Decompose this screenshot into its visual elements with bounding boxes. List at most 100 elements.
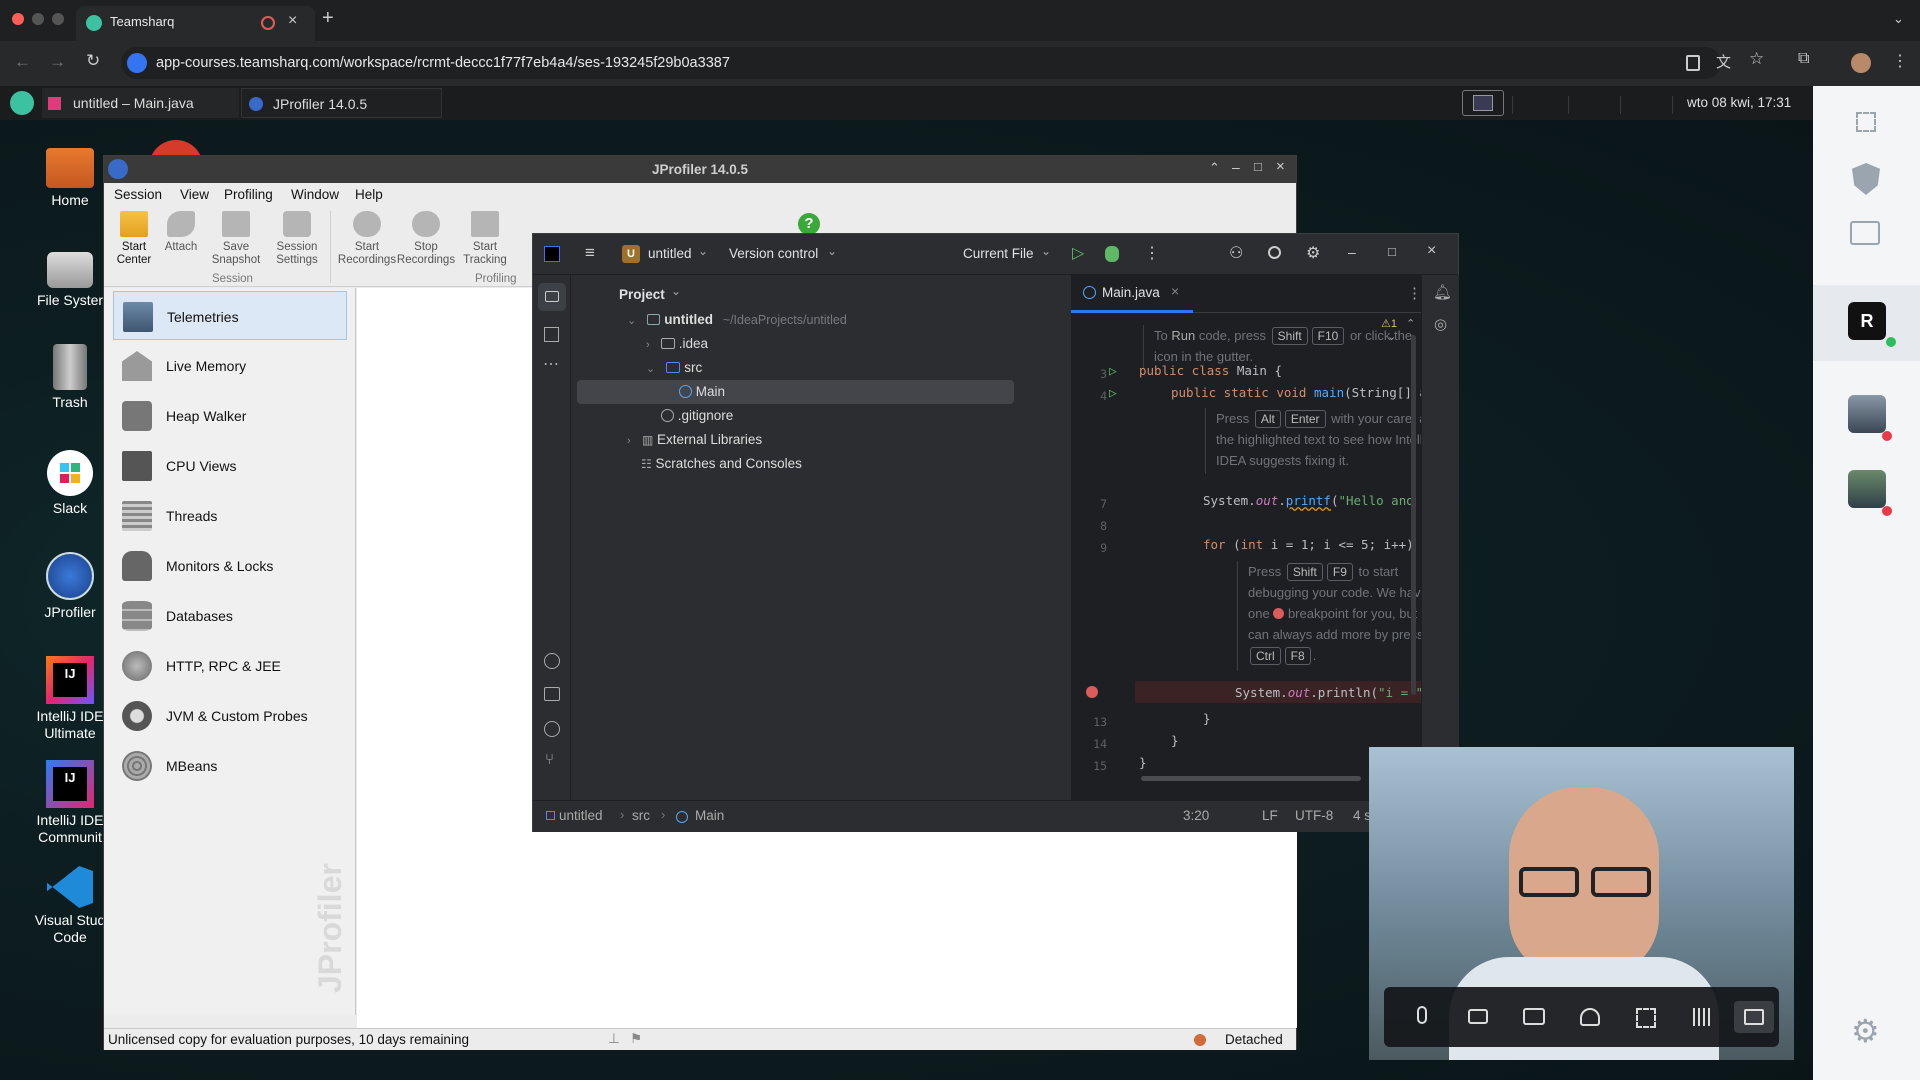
gear-icon[interactable]: ⚙ — [1306, 243, 1320, 263]
new-tab-icon[interactable]: + — [322, 7, 334, 30]
chevron-up-icon[interactable]: ⌃ — [1209, 160, 1220, 176]
run-icon[interactable]: ▷ — [1072, 243, 1084, 263]
vcs-selector[interactable]: Version control — [729, 246, 818, 261]
participant-self[interactable]: R — [1813, 285, 1920, 361]
translate-icon[interactable]: 文 — [1716, 51, 1731, 72]
more-vert-icon[interactable]: ⋮ — [1144, 243, 1160, 263]
participant-avatar-2[interactable] — [1848, 470, 1886, 508]
add-user-icon[interactable]: ⚇ — [1229, 243, 1243, 263]
remote-tab-jprofiler[interactable]: JProfiler 14.0.5 — [241, 88, 442, 118]
menu-view[interactable]: View — [180, 187, 209, 202]
start-tracking-button[interactable]: Start Tracking — [455, 211, 515, 267]
nav-telemetries[interactable]: Telemetries — [113, 291, 347, 340]
stop-recordings-button[interactable]: Stop Recordings — [396, 211, 456, 267]
screen-share-icon[interactable] — [1462, 90, 1504, 116]
minimize-window-dot[interactable] — [32, 13, 44, 25]
breadcrumb-main[interactable]: Main — [695, 808, 724, 823]
breakpoint-icon[interactable] — [1086, 686, 1098, 698]
shield-off-icon[interactable] — [1852, 163, 1880, 195]
site-info-icon[interactable] — [127, 53, 147, 73]
flag-icon[interactable]: ⚑ — [630, 1031, 642, 1047]
fullscreen-icon[interactable] — [1856, 112, 1876, 132]
more-vert-icon[interactable]: ⋮ — [1407, 284, 1422, 302]
help-icon[interactable]: ? — [798, 213, 820, 235]
session-settings-button[interactable]: Session Settings — [267, 211, 327, 267]
search-icon[interactable] — [1268, 246, 1281, 259]
minimize-icon[interactable]: – — [1232, 159, 1240, 175]
background-image-icon[interactable] — [1734, 1001, 1774, 1033]
extensions-icon[interactable]: ⧉ — [1798, 50, 1809, 68]
breadcrumb-src[interactable]: src — [632, 808, 650, 823]
run-tool-icon[interactable] — [544, 653, 560, 669]
chevron-down-icon[interactable]: ⌄ — [1893, 11, 1904, 27]
participant-avatar-1[interactable] — [1848, 395, 1886, 433]
nav-threads[interactable]: Threads — [113, 491, 347, 540]
notifications-bell-icon[interactable]: 🔔︎ — [1433, 283, 1452, 301]
nav-http-rpc-jee[interactable]: HTTP, RPC & JEE — [113, 641, 347, 690]
project-selector[interactable]: untitled — [648, 246, 692, 261]
close-tab-icon[interactable]: × — [288, 12, 297, 30]
close-tab-icon[interactable]: × — [1171, 283, 1179, 299]
settings-gear-icon[interactable]: ⚙ — [1851, 1012, 1880, 1050]
chevron-down-icon[interactable]: ⌄ — [1041, 244, 1051, 258]
start-recordings-button[interactable]: Start Recordings — [337, 211, 397, 267]
chevron-down-icon[interactable]: ⌄ — [698, 244, 708, 258]
pin-icon[interactable]: ⊥ — [608, 1031, 620, 1047]
remote-tab-intellij[interactable]: untitled – Main.java — [42, 88, 239, 118]
tree-node-external-libraries[interactable]: › ▥ External Libraries — [627, 428, 762, 452]
nav-live-memory[interactable]: Live Memory — [113, 341, 347, 390]
maximize-icon[interactable]: □ — [1254, 159, 1262, 174]
editor-tab-main-java[interactable]: Main.java × — [1071, 275, 1193, 313]
nav-jvm-custom-probes[interactable]: JVM & Custom Probes — [113, 691, 347, 740]
tree-node-untitled[interactable]: ⌄ untitled ~/IdeaProjects/untitled — [627, 308, 847, 332]
menu-help[interactable]: Help — [355, 187, 383, 202]
git-icon[interactable]: ⑂ — [545, 751, 554, 768]
nav-heap-walker[interactable]: Heap Walker — [113, 391, 347, 440]
bookmark-page-icon[interactable] — [1686, 55, 1700, 71]
file-encoding[interactable]: UTF-8 — [1295, 808, 1333, 823]
participants-icon[interactable] — [1574, 1001, 1606, 1033]
browser-tab[interactable]: Teamsharq × — [76, 6, 315, 41]
nav-monitors-locks[interactable]: Monitors & Locks — [113, 541, 347, 590]
tree-node-idea[interactable]: › .idea — [646, 332, 708, 356]
tree-node-src[interactable]: ⌄ src — [646, 356, 702, 380]
more-horiz-icon[interactable]: ⋯ — [543, 354, 559, 374]
audio-levels-icon[interactable] — [1686, 1001, 1718, 1033]
maximize-icon[interactable]: □ — [1388, 244, 1396, 259]
back-icon[interactable]: ← — [14, 52, 31, 72]
forward-icon[interactable]: → — [49, 52, 66, 72]
terminal-icon[interactable] — [544, 687, 560, 701]
problems-icon[interactable] — [544, 721, 560, 737]
ai-assistant-icon[interactable]: ◎ — [1434, 315, 1447, 333]
attach-button[interactable]: Attach — [151, 211, 211, 254]
menu-window[interactable]: Window — [291, 187, 339, 202]
reload-icon[interactable]: ↻ — [86, 51, 100, 71]
chevron-down-icon[interactable]: ⌄ — [827, 244, 837, 258]
tree-node-scratches[interactable]: ☷ Scratches and Consoles — [641, 452, 802, 476]
camera-icon[interactable] — [1462, 1001, 1494, 1033]
more-vert-icon[interactable]: ⋮ — [1892, 51, 1908, 71]
nav-mbeans[interactable]: MBeans — [113, 741, 347, 790]
project-panel-title[interactable]: Project — [619, 287, 665, 302]
structure-icon[interactable] — [544, 327, 559, 342]
main-menu-icon[interactable]: ≡ — [585, 243, 595, 263]
nav-cpu-views[interactable]: CPU Views — [113, 441, 347, 490]
mic-muted-icon[interactable] — [1406, 1001, 1438, 1033]
horizontal-scrollbar[interactable] — [1141, 776, 1361, 781]
gutter-run-icon[interactable]: ▷ — [1109, 386, 1117, 401]
close-window-dot[interactable] — [12, 13, 24, 25]
star-icon[interactable]: ☆ — [1749, 49, 1764, 69]
fullscreen-icon[interactable] — [1630, 1001, 1662, 1033]
tree-node-gitignore[interactable]: .gitignore — [661, 404, 733, 428]
debug-bug-icon[interactable] — [1105, 246, 1119, 262]
nav-databases[interactable]: Databases — [113, 591, 347, 640]
breadcrumb-untitled[interactable]: untitled — [559, 808, 603, 823]
caret-position[interactable]: 3:20 — [1183, 808, 1209, 823]
chat-icon[interactable] — [1850, 221, 1880, 245]
minimize-icon[interactable]: – — [1348, 244, 1356, 260]
menu-profiling[interactable]: Profiling — [224, 187, 273, 202]
vertical-scrollbar[interactable] — [1411, 335, 1416, 695]
project-tool-button[interactable] — [538, 283, 566, 311]
maximize-window-dot[interactable] — [52, 13, 64, 25]
code-editor[interactable]: Main.java × ⋮ ⚠1 ⌃ ⌄ 3 4 7 8 9 13 14 15 … — [1071, 275, 1438, 800]
